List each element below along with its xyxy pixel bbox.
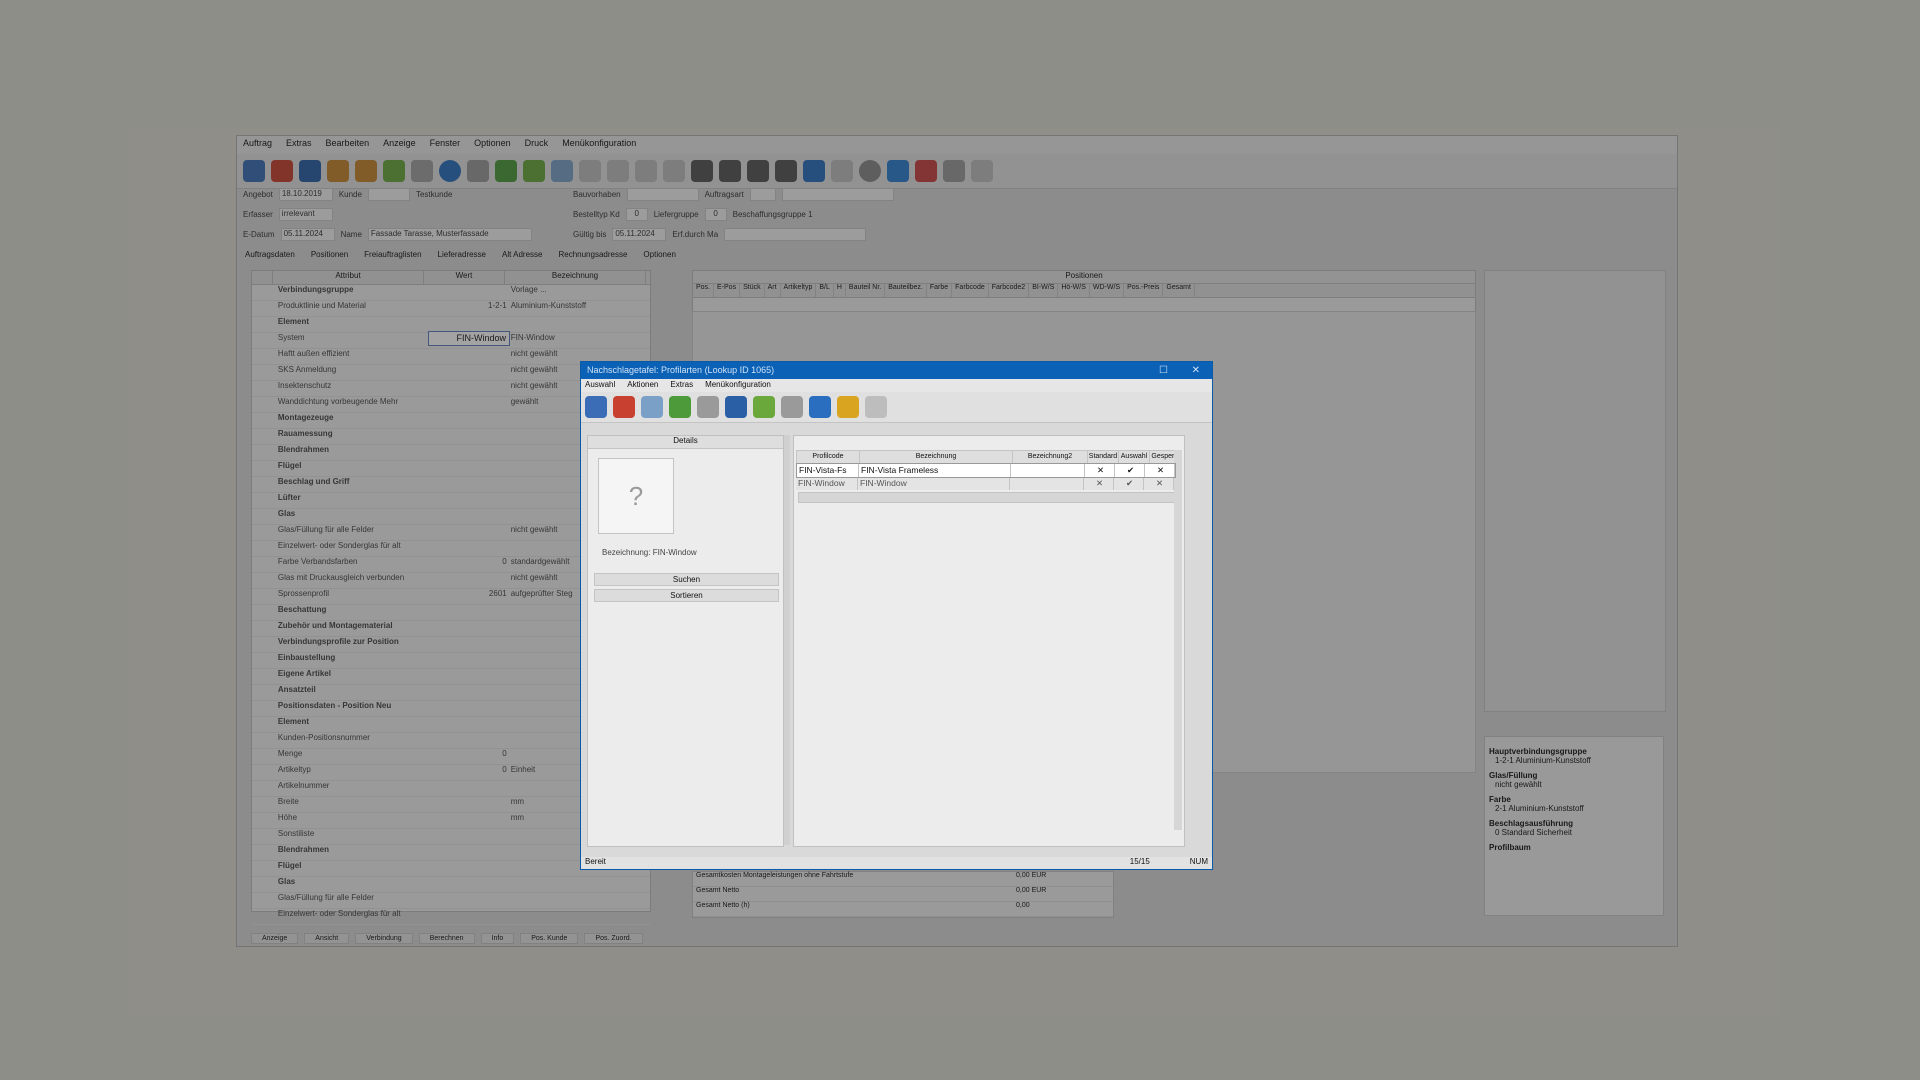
standard-cell: ✕: [1084, 477, 1114, 490]
gesperrt-cell: ✕: [1144, 477, 1174, 490]
stop-icon[interactable]: [613, 396, 635, 418]
sort-button[interactable]: Sortieren: [594, 589, 779, 602]
bezeichnung2-cell: [1011, 464, 1085, 477]
dialog-menu-item[interactable]: Extras: [670, 380, 693, 391]
dialog-status-bar: Bereit 15/15 NUM: [581, 857, 1212, 869]
num-indicator: NUM: [1189, 857, 1208, 866]
lookup-row[interactable]: FIN-Vista-Fs FIN-Vista Frameless ✕ ✔ ✕: [796, 463, 1176, 478]
bezeichnung-col-header[interactable]: Bezeichnung: [860, 451, 1013, 463]
status-text: Bereit: [585, 857, 606, 866]
lookup-dialog: Nachschlagetafel: Profilarten (Lookup ID…: [580, 361, 1213, 870]
bezeichnung-text: Bezeichnung: FIN-Window: [602, 548, 697, 557]
standard-col-header[interactable]: Standard: [1088, 451, 1119, 463]
bezeichnung2-cell: [1010, 477, 1084, 490]
details-header: Details: [588, 436, 783, 449]
dialog-title-bar: Nachschlagetafel: Profilarten (Lookup ID…: [581, 362, 1212, 379]
details-panel: Details ? Bezeichnung: FIN-Window Suchen…: [587, 435, 784, 847]
gem-icon[interactable]: [809, 396, 831, 418]
page-icon[interactable]: [865, 396, 887, 418]
auswahl-cell: ✔: [1115, 464, 1145, 477]
lookup-row[interactable]: FIN-Window FIN-Window ✕ ✔ ✕: [796, 477, 1174, 490]
table-icon[interactable]: [641, 396, 663, 418]
horizontal-scrollbar[interactable]: [798, 492, 1182, 503]
star-icon[interactable]: [837, 396, 859, 418]
maximize-icon[interactable]: ☐: [1159, 362, 1168, 379]
dialog-menu-item[interactable]: Menükonfiguration: [705, 380, 771, 391]
record-count: 15/15: [1129, 857, 1150, 866]
auswahl-col-header[interactable]: Auswahl: [1119, 451, 1150, 463]
refresh-icon[interactable]: [753, 396, 775, 418]
dialog-menu-item[interactable]: Auswahl: [585, 380, 615, 391]
gesperrt-cell: ✕: [1145, 464, 1175, 477]
splitter[interactable]: [784, 435, 790, 845]
dialog-toolbar: [581, 392, 1212, 423]
save-icon[interactable]: [725, 396, 747, 418]
lookup-grid-header: Profilcode Bezeichnung Bezeichnung2 Stan…: [796, 450, 1182, 464]
auswahl-cell: ✔: [1114, 477, 1144, 490]
image-placeholder: ?: [598, 458, 674, 534]
dialog-menu-bar: Auswahl Aktionen Extras Menükonfiguration: [581, 379, 1212, 392]
profilcode-cell: FIN-Window: [796, 477, 858, 490]
image-icon[interactable]: [669, 396, 691, 418]
bezeichnung-cell: FIN-Window: [858, 477, 1010, 490]
close-icon[interactable]: ✕: [1192, 362, 1200, 379]
profilcode-col-header[interactable]: Profilcode: [797, 451, 860, 463]
funnel-icon[interactable]: [697, 396, 719, 418]
standard-cell: ✕: [1085, 464, 1115, 477]
bezeichnung-cell: FIN-Vista Frameless: [859, 464, 1011, 477]
dialog-menu-item[interactable]: Aktionen: [627, 380, 658, 391]
profilcode-cell: FIN-Vista-Fs: [797, 464, 859, 477]
pencil-icon[interactable]: [781, 396, 803, 418]
dialog-title: Nachschlagetafel: Profilarten (Lookup ID…: [587, 365, 775, 375]
bezeichnung2-col-header[interactable]: Bezeichnung2: [1013, 451, 1088, 463]
home-icon[interactable]: [585, 396, 607, 418]
vertical-scrollbar[interactable]: [1174, 450, 1182, 830]
search-button[interactable]: Suchen: [594, 573, 779, 586]
lookup-grid-panel: Profilcode Bezeichnung Bezeichnung2 Stan…: [793, 435, 1185, 847]
